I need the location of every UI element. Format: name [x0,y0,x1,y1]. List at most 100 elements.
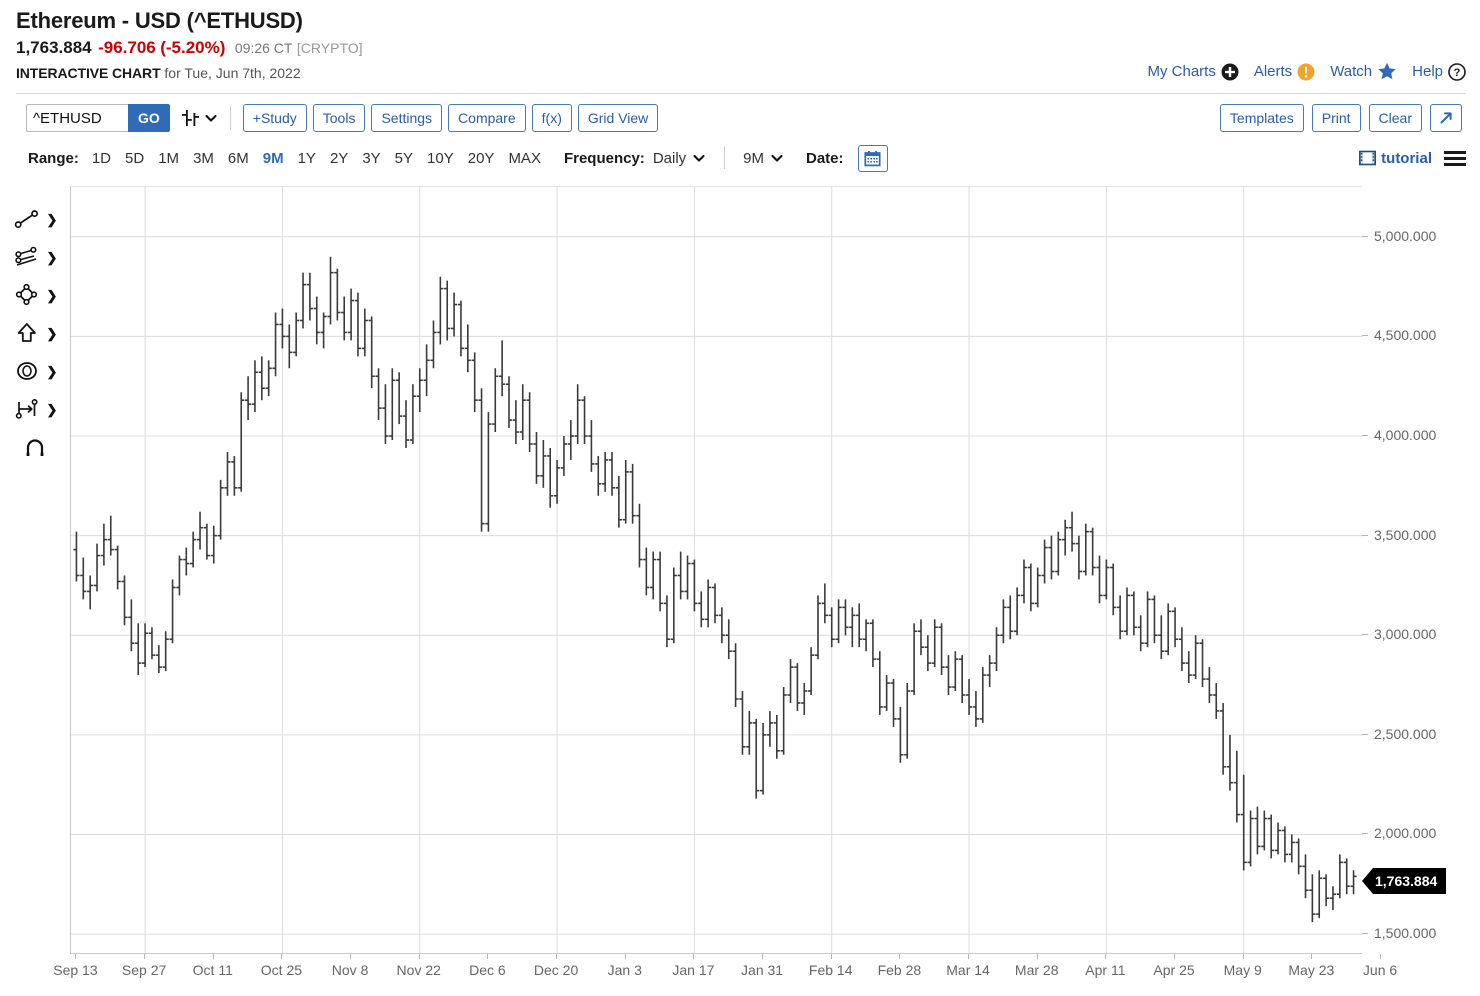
range-option-1m[interactable]: 1M [151,150,186,167]
top-navigation: My Charts Alerts Watch Help ? [1148,62,1467,81]
chart-toolbar: GO +Study Tools Settings Compare f(x) Gr… [0,100,1480,136]
channel-tool[interactable]: ❯ [2,238,68,276]
alert-circle-icon [1297,63,1315,81]
question-circle-icon: ? [1448,62,1466,81]
trendline-tool[interactable]: ❯ [2,200,68,238]
x-axis-tick-mark [1380,954,1382,959]
retracement-tool[interactable]: ❯ [2,352,68,390]
shapes-tool[interactable]: ❯ [2,276,68,314]
frequency-value: Daily [652,149,687,167]
x-axis-tick-mark [212,954,214,959]
range-option-max[interactable]: MAX [501,150,548,167]
y-axis-tick: 5,000.000 [1374,227,1437,244]
x-axis-tick: Jun 6 [1362,962,1398,978]
function-button[interactable]: f(x) [531,104,572,132]
y-axis-tick: 2,500.000 [1374,725,1437,742]
period-select[interactable]: 9M [741,150,786,167]
clear-button[interactable]: Clear [1368,104,1422,132]
range-option-3y[interactable]: 3Y [355,150,387,167]
print-button[interactable]: Print [1311,104,1361,132]
tutorial-link[interactable]: tutorial [1359,150,1432,167]
compare-button[interactable]: Compare [448,104,526,132]
range-option-2y[interactable]: 2Y [323,150,355,167]
exchange-tag: [CRYPTO] [296,40,363,56]
range-option-20y[interactable]: 20Y [461,150,502,167]
x-axis-tick: Mar 14 [946,962,990,978]
expand-chart-button[interactable] [1430,104,1462,132]
ohlc-bar-icon [180,107,202,129]
x-axis-tick: Jan 17 [672,962,715,978]
range-option-5d[interactable]: 5D [118,150,151,167]
range-option-5y[interactable]: 5Y [388,150,420,167]
x-axis-tick: Mar 28 [1014,962,1059,978]
range-toolbar: Range: 1D 5D 1M 3M 6M 9M 1Y 2Y 3Y 5Y 10Y 20Y MAX Fre… [0,140,1480,176]
y-axis-tick-mark [1362,933,1368,935]
y-axis-tick-mark [1362,335,1368,337]
x-axis-tick: Sep 27 [121,962,167,978]
magnet-tool[interactable] [2,428,68,466]
go-button[interactable]: GO [128,104,170,132]
x-axis-tick-mark [556,954,558,959]
price-marker-value: 1,763.884 [1373,867,1447,894]
x-axis-tick-mark [487,954,489,959]
chevron-right-icon: ❯ [46,325,58,341]
chevron-down-icon [692,151,706,165]
nav-watch[interactable]: Watch [1330,62,1397,81]
date-picker-button[interactable] [857,144,888,172]
nav-alerts[interactable]: Alerts [1254,63,1315,81]
measure-tool[interactable]: ❯ [2,390,68,428]
range-option-9m[interactable]: 9M [256,150,291,167]
range-option-3m[interactable]: 3M [186,150,221,167]
y-axis-tick-mark [1362,235,1368,237]
trendline-icon [13,207,41,231]
chart-plot-area[interactable] [70,186,1363,954]
x-axis-tick-mark [968,954,970,959]
range-option-1y[interactable]: 1Y [291,150,323,167]
y-axis-tick: 4,500.000 [1374,327,1437,344]
settings-button[interactable]: Settings [371,104,443,132]
x-axis: Sep 13 Sep 27 Oct 11 Oct 25 Nov 8 Nov 22 Dec 6… [53,953,1397,996]
x-axis-tick: Apr 11 [1085,962,1126,978]
x-axis-tick: Dec 6 [469,962,506,978]
y-axis-tick: 3,000.000 [1374,626,1437,643]
nav-help[interactable]: Help ? [1412,62,1466,81]
chevron-down-icon [770,151,784,165]
expand-arrow-icon [1438,110,1454,126]
x-axis-tick-mark [1105,954,1107,959]
film-icon [1359,150,1377,166]
x-axis-tick: Dec 20 [533,962,579,978]
quote-summary: 1,763.884 -96.706 (-5.20%) 09:26 CT [CRY… [16,37,1480,60]
x-axis-tick: May 9 [1223,962,1262,978]
chart-type-selector[interactable] [180,107,218,129]
hamburger-icon[interactable] [1444,150,1466,166]
frequency-select[interactable]: Daily [651,150,708,167]
templates-button[interactable]: Templates [1219,104,1304,132]
range-option-10y[interactable]: 10Y [420,150,461,167]
add-study-button[interactable]: +Study [242,104,307,132]
symbol-input[interactable] [26,104,128,132]
svg-text:?: ? [1454,67,1461,79]
x-axis-tick: Feb 14 [808,962,853,978]
current-price-marker: 1,763.884 [1362,867,1447,894]
range-toolbar-right: tutorial [1359,140,1466,176]
x-axis-tick-mark [1036,954,1038,959]
nav-alerts-label: Alerts [1253,63,1293,80]
chart-subtitle-date: for Tue, Jun 7th, 2022 [160,65,301,81]
nav-my-charts[interactable]: My Charts [1148,63,1239,81]
x-axis-tick: Nov 22 [396,962,441,978]
y-axis-tick-mark [1362,435,1368,437]
annotation-tool[interactable]: ❯ [2,314,68,352]
x-axis-tick-mark [762,954,764,959]
range-option-1d[interactable]: 1D [85,150,118,167]
range-option-6m[interactable]: 6M [221,150,256,167]
x-axis-tick-mark [75,954,77,959]
magnet-icon [21,435,49,459]
chevron-down-icon [204,111,218,125]
tools-button[interactable]: Tools [312,104,366,132]
x-axis-tick: Apr 25 [1153,962,1195,978]
last-price: 1,763.884 [16,38,92,57]
x-axis-tick: Sep 13 [53,962,98,978]
x-axis-tick-mark [1242,954,1244,959]
grid-view-button[interactable]: Grid View [577,104,659,132]
page-title: Ethereum - USD (^ETHUSD) [16,8,303,33]
